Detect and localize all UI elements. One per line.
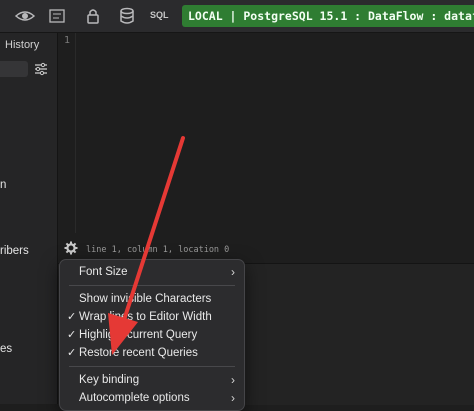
checkmark-icon: ✓ [67, 311, 77, 323]
gear-icon[interactable] [64, 241, 78, 255]
menu-item-label: Font Size [79, 266, 128, 278]
menu-item-font-size[interactable]: Font Size › [60, 263, 244, 281]
connection-badge[interactable]: LOCAL | PostgreSQL 15.1 : DataFlow : dat… [182, 5, 474, 27]
filter-settings-icon[interactable] [34, 62, 48, 76]
menu-item-show-invisible-characters[interactable]: Show invisible Characters [60, 290, 244, 308]
chevron-right-icon: › [231, 373, 235, 387]
menu-item-label: Restore recent Queries [79, 347, 198, 359]
history-tab[interactable]: History [5, 39, 39, 51]
database-icon[interactable] [116, 6, 138, 26]
menu-separator [69, 366, 235, 367]
sidebar: History n ribers es [0, 33, 58, 404]
sql-button[interactable]: SQL [150, 10, 169, 20]
cursor-status: line 1, column 1, location 0 [86, 245, 230, 255]
menu-item-restore-recent-queries[interactable]: ✓ Restore recent Queries [60, 344, 244, 362]
checkmark-icon: ✓ [67, 329, 77, 341]
menu-item-highlight-current-query[interactable]: ✓ Highlight current Query [60, 326, 244, 344]
menu-item-label: Key binding [79, 374, 140, 386]
menu-item-label: Wrap lines to Editor Width [79, 311, 212, 323]
sidebar-search-input[interactable] [0, 61, 28, 77]
menu-item-label: Autocomplete options [79, 392, 190, 404]
eye-icon[interactable] [14, 6, 36, 26]
sidebar-item-fragment[interactable]: ribers [0, 245, 29, 257]
lock-icon[interactable] [82, 6, 104, 26]
gutter-divider [75, 33, 76, 233]
toolbar: SQL LOCAL | PostgreSQL 15.1 : DataFlow :… [0, 0, 474, 33]
chevron-right-icon: › [231, 391, 235, 405]
sidebar-item-fragment[interactable]: n [0, 179, 6, 191]
editor-settings-menu: Font Size › Show invisible Characters ✓ … [59, 259, 245, 411]
line-number: 1 [64, 35, 71, 46]
menu-separator [69, 285, 235, 286]
format-icon[interactable] [46, 6, 68, 26]
menu-item-key-binding[interactable]: Key binding › [60, 371, 244, 389]
menu-item-label: Show invisible Characters [79, 293, 212, 305]
menu-item-autocomplete-options[interactable]: Autocomplete options › [60, 389, 244, 407]
checkmark-icon: ✓ [67, 347, 77, 359]
sql-editor[interactable]: 1 [58, 33, 474, 263]
menu-item-label: Highlight current Query [79, 329, 198, 341]
sidebar-item-fragment[interactable]: es [0, 343, 12, 355]
chevron-right-icon: › [231, 265, 235, 279]
menu-item-wrap-lines[interactable]: ✓ Wrap lines to Editor Width [60, 308, 244, 326]
